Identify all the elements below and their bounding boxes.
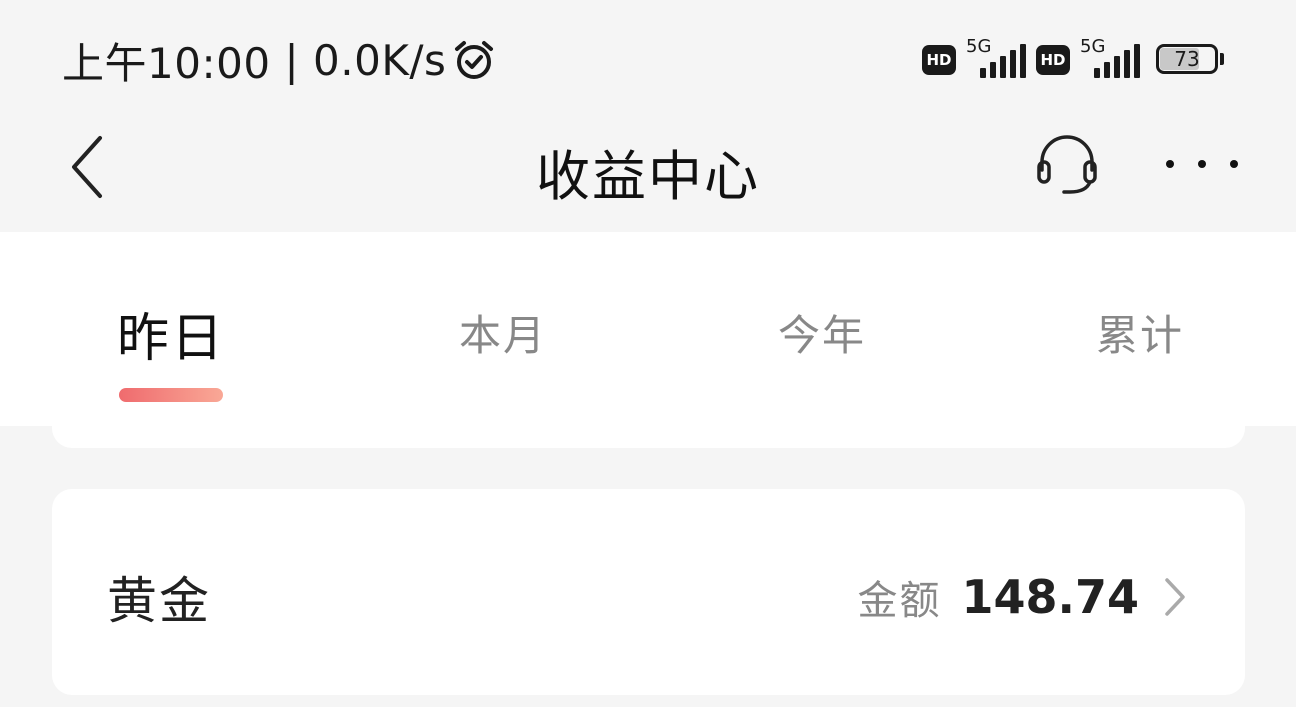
- status-time: 上午10:00: [62, 38, 271, 88]
- amount-value: 148.74: [961, 570, 1139, 624]
- more-dot: [1198, 160, 1206, 168]
- gold-earnings-card[interactable]: 黄金 金额 148.74: [52, 489, 1245, 695]
- active-tab-indicator: [119, 388, 223, 402]
- status-right: HD 5G HD 5G 73: [922, 36, 1226, 84]
- status-net-speed: | 0.0K/s: [284, 35, 447, 85]
- tab-cumulative[interactable]: 累计: [1096, 302, 1184, 363]
- tab-this-year[interactable]: 今年: [778, 302, 866, 363]
- battery-level: 73: [1174, 47, 1200, 71]
- battery-icon: 73: [1156, 44, 1226, 76]
- customer-service-button[interactable]: [1034, 130, 1100, 196]
- card-title: 黄金: [107, 572, 211, 630]
- more-dot: [1230, 160, 1238, 168]
- signal-sim1-icon: 5G: [966, 36, 1026, 82]
- amount-label: 金额: [857, 578, 942, 624]
- hd-badge-sim2: HD: [1036, 45, 1070, 75]
- hd-badge-sim1: HD: [922, 45, 956, 75]
- alarm-clock-icon: [455, 41, 494, 79]
- tabs-panel-bottom: [52, 426, 1245, 448]
- status-left: 上午10:00 | 0.0K/s: [62, 34, 496, 88]
- headset-icon: [1037, 135, 1097, 194]
- chevron-right-icon: [1165, 578, 1185, 616]
- nav-bar: 收益中心: [0, 118, 1296, 232]
- page-title: 收益中心: [536, 145, 760, 208]
- more-button[interactable]: [1166, 146, 1238, 182]
- period-tabs: 昨日 本月 今年 累计: [0, 232, 1296, 426]
- amount-row: 金额 148.74: [857, 567, 1189, 627]
- status-bar: 上午10:00 | 0.0K/s HD 5G HD 5G 73: [0, 0, 1296, 118]
- tab-this-month[interactable]: 本月: [459, 302, 547, 363]
- tab-yesterday[interactable]: 昨日: [117, 296, 225, 371]
- more-dot: [1166, 160, 1174, 168]
- signal-sim2-icon: 5G: [1080, 36, 1140, 82]
